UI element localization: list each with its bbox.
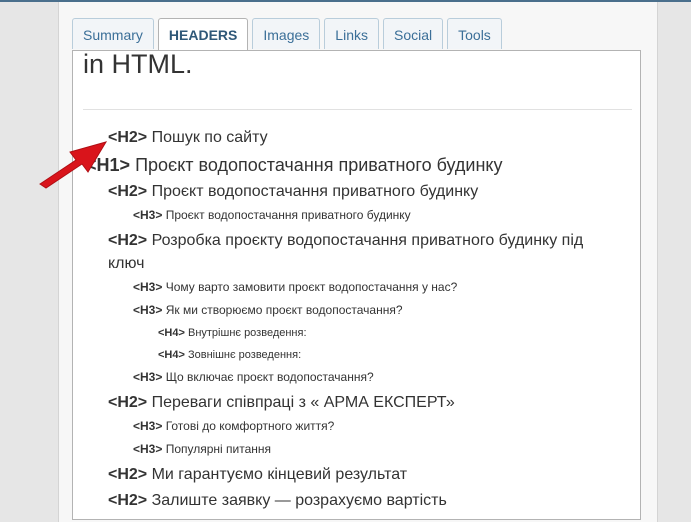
header-row: <H4> Зовнішнє розведення: [73,346,633,364]
header-row: <H2> Пошук по сайту [73,126,633,149]
tab-links[interactable]: Links [324,18,379,49]
header-text: Внутрішнє розведення: [187,327,307,339]
header-tag: <H2> [108,232,148,249]
header-tag: <H2> [108,394,148,411]
header-text: Як ми створюємо проєкт водопостачання? [165,303,403,317]
header-row: <H2> Ми гарантуємо кінцевий результат [73,463,633,486]
header-row: <H3> Проєкт водопостачання приватного бу… [73,206,633,224]
header-text: Готові до комфортного життя? [165,419,335,433]
header-row: <H1> Проєкт водопостачання приватного бу… [73,153,633,177]
header-tag: <H4> [158,327,185,339]
header-row: <H2> Розробка проєкту водопостачання при… [73,229,633,275]
header-row: <H2> Переваги співпраці з « АРМА ЕКСПЕРТ… [73,391,633,414]
header-tag: <H3> [133,370,163,384]
headers-panel: in HTML. <H2> Пошук по сайту <H1> Проєкт… [72,50,641,520]
tab-tools[interactable]: Tools [447,18,502,49]
header-text: Проєкт водопостачання приватного будинку [151,183,479,200]
page-heading: in HTML. [83,50,193,79]
header-text: Переваги співпраці з « АРМА ЕКСПЕРТ» [151,394,455,411]
header-tag: <H2> [108,466,148,483]
red-arrow-icon [39,141,108,189]
header-tag: <H3> [133,208,163,222]
header-row: <H3> Готові до комфортного життя? [73,417,633,435]
header-text: Ми гарантуємо кінцевий результат [151,466,408,483]
header-tag: <H2> [108,492,148,509]
tab-social[interactable]: Social [382,18,444,49]
header-text: Пошук по сайту [151,129,268,146]
tab-headers[interactable]: Headers [157,18,249,51]
header-row: <H3> Популярні питання [73,440,633,458]
tab-bar: Summary Headers Images Links Social Tool… [72,18,506,51]
header-row: <H2> Проєкт водопостачання приватного бу… [73,180,633,203]
divider [83,109,632,110]
header-tag: <H3> [133,419,163,433]
tab-images[interactable]: Images [252,18,321,49]
header-text: Розробка проєкту водопостачання приватно… [108,232,584,272]
header-tag: <H4> [158,349,185,361]
header-text: Чому варто замовити проєкт водопостачанн… [165,280,458,294]
header-text: Зовнішнє розведення: [187,349,302,361]
tab-summary[interactable]: Summary [72,18,154,49]
header-tag: <H3> [133,442,163,456]
header-text: Проєкт водопостачання приватного будинку [165,208,411,222]
header-tag: <H3> [133,303,163,317]
header-row: <H4> Внутрішнє розведення: [73,324,633,342]
headers-list: <H2> Пошук по сайту <H1> Проєкт водопост… [73,126,633,515]
header-row: <H3> Як ми створюємо проєкт водопостачан… [73,301,633,319]
header-text: Залиште заявку — розрахуємо вартість [151,492,447,509]
header-text: Що включає проєкт водопостачання? [165,370,374,384]
header-text: Популярні питання [165,442,272,456]
header-row: <H3> Що включає проєкт водопостачання? [73,368,633,386]
header-text: Проєкт водопостачання приватного будинку [135,155,503,175]
header-row: <H3> Чому варто замовити проєкт водопост… [73,278,633,296]
header-tag: <H3> [133,280,163,294]
